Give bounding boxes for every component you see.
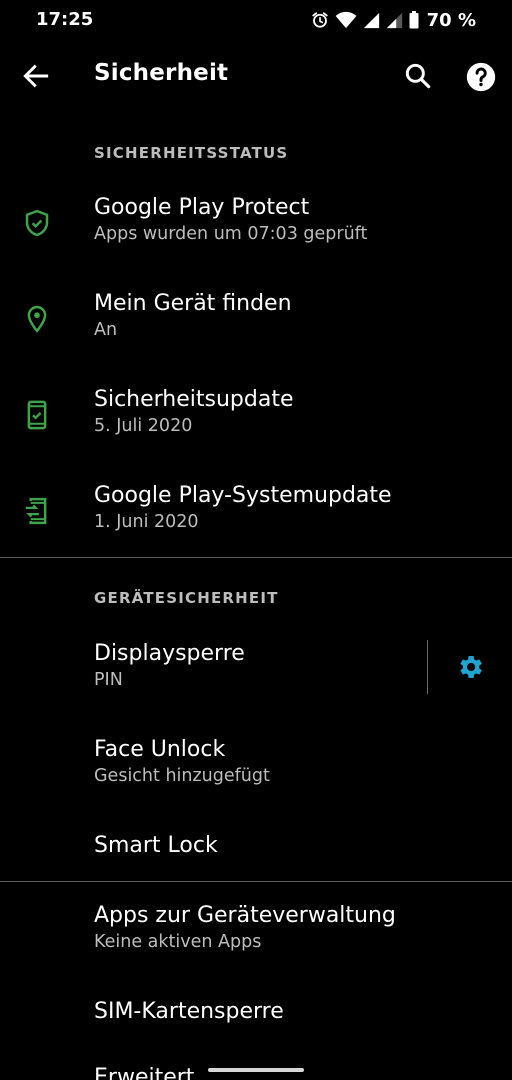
arrow-back-icon[interactable] (20, 60, 52, 92)
list-item-subtitle: PIN (94, 670, 123, 690)
navigation-handle[interactable] (208, 1068, 304, 1072)
list-item-title: Google Play Protect (94, 195, 310, 220)
list-item-subtitle: Keine aktiven Apps (94, 932, 262, 952)
list-item-subtitle: Apps wurden um 07:03 geprüft (94, 224, 368, 244)
list-item-smart-lock[interactable]: Smart Lock (0, 824, 512, 878)
page-title: Sicherheit (94, 60, 229, 86)
list-item-device-admin-apps[interactable]: Apps zur Geräteverwaltung Keine aktiven … (0, 894, 512, 984)
status-bar: 17:25 70 % (0, 0, 512, 40)
section-divider (0, 557, 512, 558)
list-item-title: Mein Gerät finden (94, 291, 292, 316)
list-item-title: Google Play-Systemupdate (94, 483, 392, 508)
battery-icon (409, 11, 419, 29)
status-time: 17:25 (36, 9, 94, 30)
app-bar: Sicherheit (0, 44, 512, 108)
phone-check-icon (22, 400, 52, 430)
phone-update-icon (22, 496, 52, 526)
list-item-sim-lock[interactable]: SIM-Kartensperre (0, 990, 512, 1044)
section-divider (0, 881, 512, 882)
list-item-find-my-device[interactable]: Mein Gerät finden An (0, 282, 512, 372)
alarm-icon (311, 11, 329, 29)
list-item-subtitle: An (94, 320, 118, 340)
battery-level: 70 % (426, 9, 476, 31)
list-item-subtitle: 1. Juni 2020 (94, 512, 199, 532)
gear-icon[interactable] (455, 652, 485, 682)
section-header-security-status: SICHERHEITSSTATUS (94, 144, 289, 162)
vertical-divider (427, 640, 428, 694)
list-item-title: Erweitert (94, 1065, 195, 1080)
shield-check-icon (22, 208, 52, 238)
signal-icon (363, 12, 380, 29)
list-item-title: Face Unlock (94, 737, 226, 762)
list-item-title: Displaysperre (94, 641, 245, 666)
list-item-security-update[interactable]: Sicherheitsupdate 5. Juli 2020 (0, 378, 512, 468)
list-item-play-system-update[interactable]: Google Play-Systemupdate 1. Juni 2020 (0, 474, 512, 564)
list-item-subtitle: Gesicht hinzugefügt (94, 766, 270, 786)
list-item-title: Apps zur Geräteverwaltung (94, 903, 396, 928)
location-pin-icon (22, 304, 52, 334)
list-item-title: SIM-Kartensperre (94, 999, 284, 1024)
search-icon[interactable] (402, 60, 434, 92)
wifi-icon (335, 11, 357, 29)
signal-icon-2 (386, 12, 403, 29)
status-icons: 70 % (311, 9, 476, 31)
list-item-play-protect[interactable]: Google Play Protect Apps wurden um 07:03… (0, 186, 512, 276)
list-item-title: Smart Lock (94, 833, 218, 858)
section-header-device-security: GERÄTESICHERHEIT (94, 589, 279, 607)
help-icon[interactable] (464, 60, 498, 94)
list-item-subtitle: 5. Juli 2020 (94, 416, 193, 436)
list-item-face-unlock[interactable]: Face Unlock Gesicht hinzugefügt (0, 728, 512, 818)
list-item-title: Sicherheitsupdate (94, 387, 294, 412)
list-item-screen-lock[interactable]: Displaysperre PIN (0, 632, 512, 722)
list-item-advanced[interactable]: Erweitert (0, 1054, 512, 1080)
